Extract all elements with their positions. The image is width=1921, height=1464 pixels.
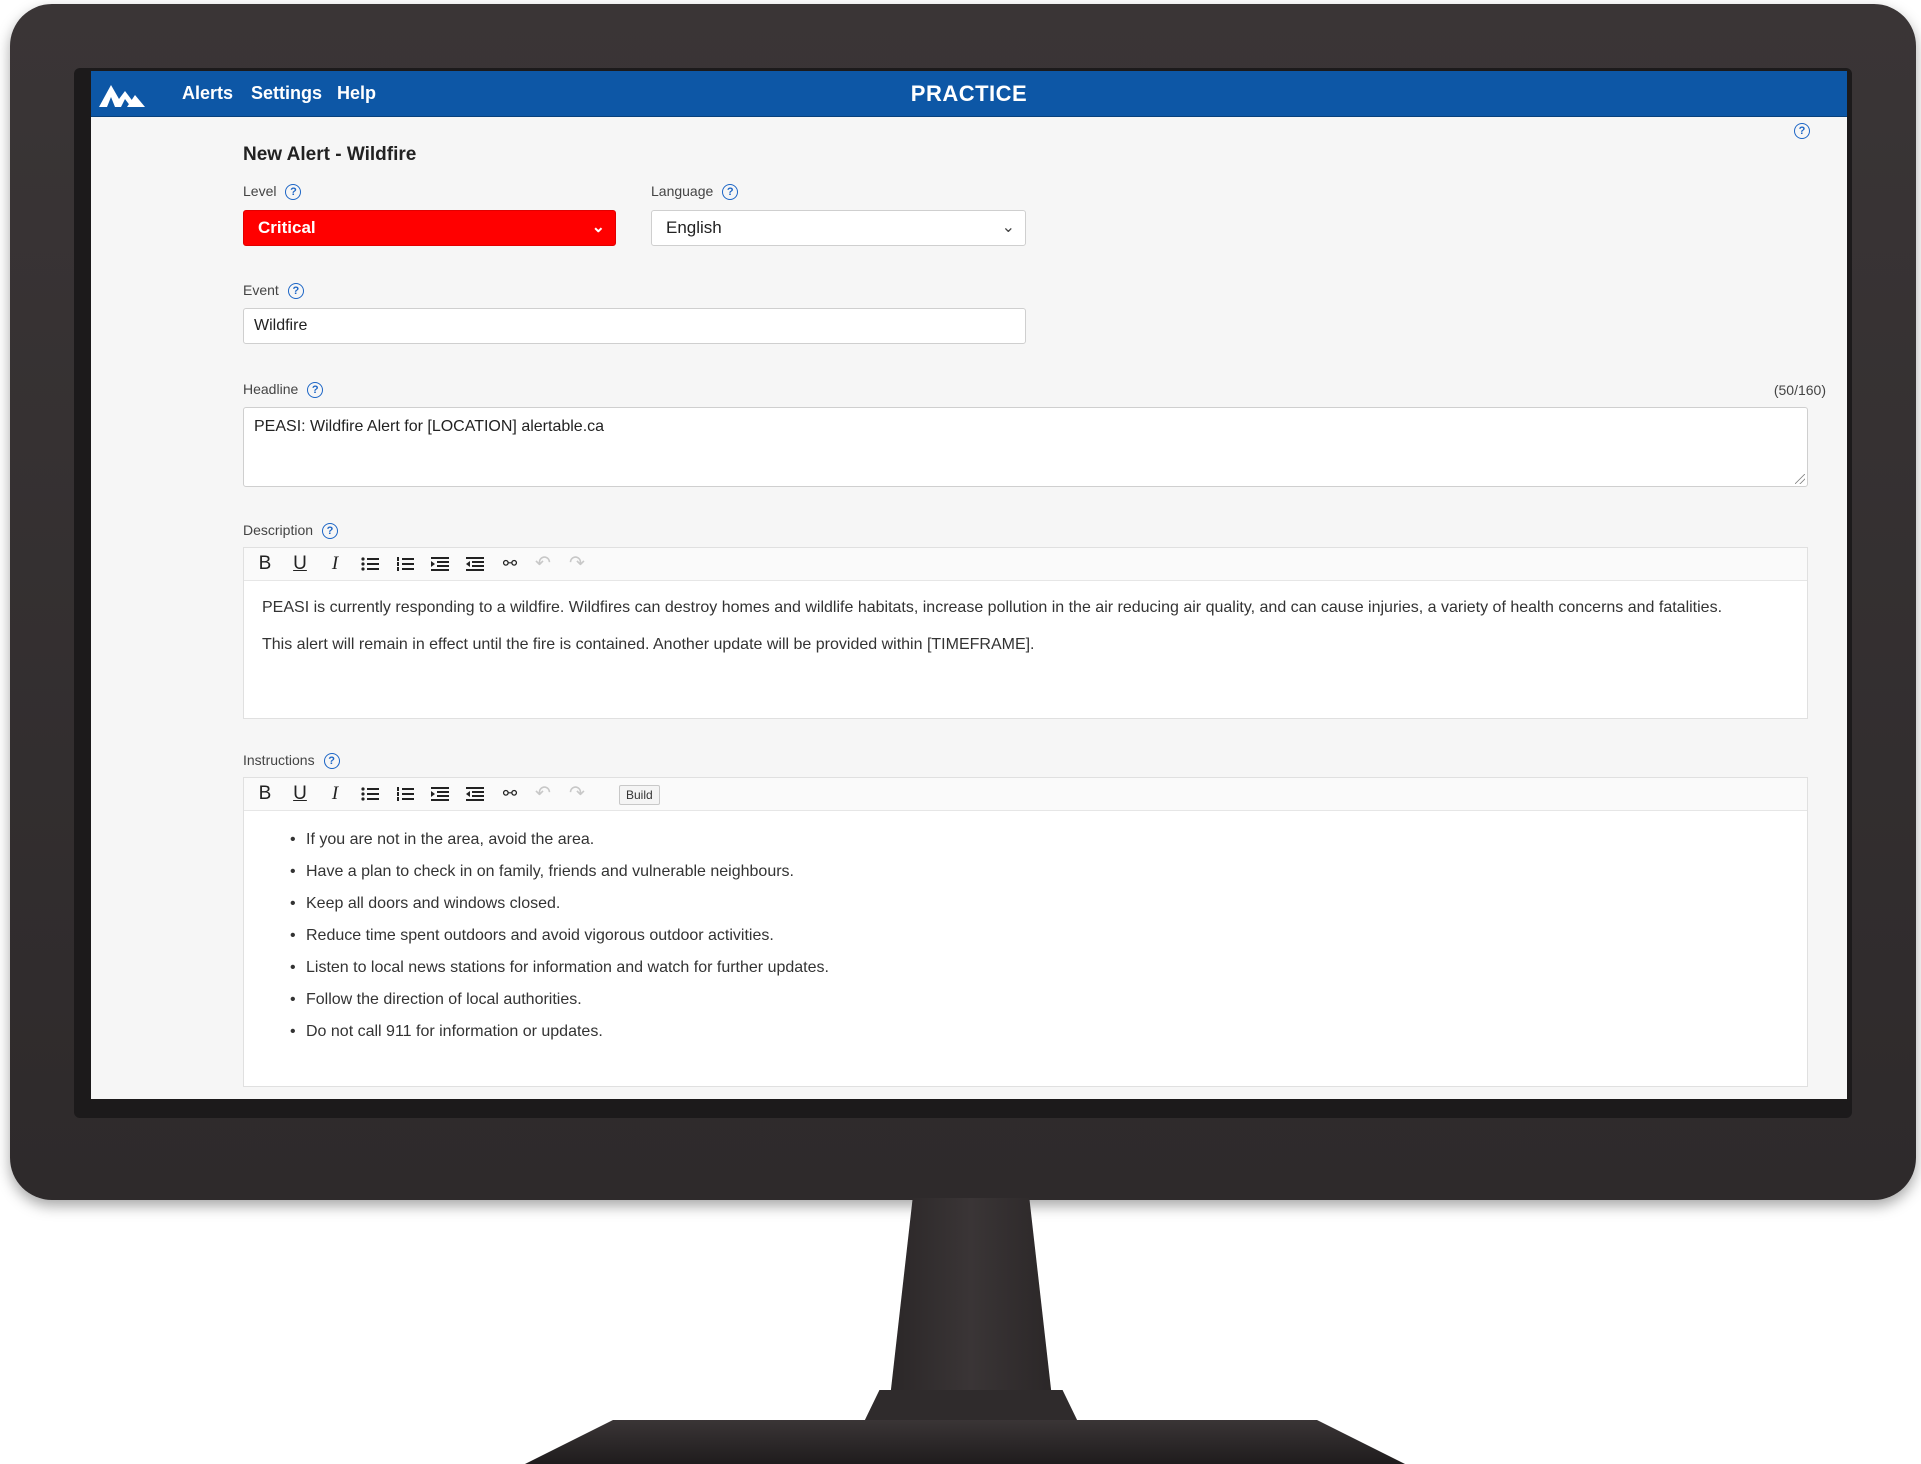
chevron-down-icon: ⌄: [591, 219, 605, 236]
app-screen: Alerts Settings Help PRACTICE ? New Aler…: [91, 71, 1847, 1099]
monitor-stand-neck: [890, 1198, 1052, 1398]
instructions-help-icon[interactable]: ?: [323, 753, 340, 770]
outdent-icon[interactable]: [462, 548, 488, 580]
list-item: Keep all doors and windows closed.: [290, 888, 1777, 920]
headline-help-icon[interactable]: ?: [307, 382, 324, 399]
italic-icon[interactable]: I: [322, 548, 348, 580]
headline-text: PEASI: Wildfire Alert for [LOCATION] ale…: [254, 418, 605, 435]
instructions-content[interactable]: If you are not in the area, avoid the ar…: [262, 824, 1777, 1048]
list-item: Do not call 911 for information or updat…: [290, 1016, 1777, 1048]
level-label-row: Level?: [243, 183, 302, 201]
bullet-list-icon[interactable]: [357, 778, 383, 810]
event-input[interactable]: Wildfire: [243, 308, 1026, 344]
description-label-row: Description?: [243, 522, 339, 540]
language-label: Language: [651, 183, 714, 199]
language-label-row: Language?: [651, 183, 739, 201]
description-label: Description: [243, 522, 314, 538]
description-editor[interactable]: B U I ⚯ ↶ ↷ PEASI is currently respondin…: [243, 547, 1808, 719]
headline-label: Headline: [243, 381, 299, 397]
instructions-toolbar: B U I ⚯ ↶ ↷ Build: [244, 778, 1807, 811]
indent-icon[interactable]: [427, 778, 453, 810]
outdent-icon[interactable]: [462, 778, 488, 810]
level-label: Level: [243, 183, 277, 199]
bold-icon[interactable]: B: [252, 548, 278, 580]
page-title: New Alert - Wildfire: [243, 144, 417, 165]
level-select-value: Critical: [258, 218, 316, 237]
list-item: Follow the direction of local authoritie…: [290, 984, 1777, 1016]
underline-icon[interactable]: U: [287, 778, 313, 810]
indent-icon[interactable]: [427, 548, 453, 580]
chevron-down-icon: ⌄: [1001, 219, 1015, 236]
undo-icon[interactable]: ↶: [530, 548, 556, 580]
instructions-label-row: Instructions?: [243, 752, 340, 770]
headline-textarea[interactable]: PEASI: Wildfire Alert for [LOCATION] ale…: [243, 407, 1808, 487]
italic-icon[interactable]: I: [322, 778, 348, 810]
level-select[interactable]: Critical ⌄: [243, 210, 616, 246]
monitor-stand-base: [525, 1420, 1405, 1464]
unlink-icon[interactable]: ⚯: [497, 548, 523, 580]
build-button[interactable]: Build: [619, 785, 660, 805]
numbered-list-icon[interactable]: [392, 778, 418, 810]
level-help-icon[interactable]: ?: [285, 184, 302, 201]
numbered-list-icon[interactable]: [392, 548, 418, 580]
practice-mode-label: PRACTICE: [910, 81, 1028, 106]
event-label: Event: [243, 282, 279, 298]
bullet-list-icon[interactable]: [357, 548, 383, 580]
description-paragraph: PEASI is currently responding to a wildf…: [262, 599, 1723, 616]
underline-icon[interactable]: U: [287, 548, 313, 580]
redo-icon[interactable]: ↷: [564, 548, 590, 580]
list-item: If you are not in the area, avoid the ar…: [290, 824, 1777, 856]
instructions-editor[interactable]: B U I ⚯ ↶ ↷ Build If you are not in the …: [243, 777, 1808, 1087]
description-help-icon[interactable]: ?: [322, 523, 339, 540]
description-content[interactable]: PEASI is currently responding to a wildf…: [262, 594, 1777, 668]
event-help-icon[interactable]: ?: [287, 283, 304, 300]
description-paragraph: This alert will remain in effect until t…: [262, 636, 1035, 653]
top-nav-bar: Alerts Settings Help PRACTICE: [91, 71, 1847, 117]
instructions-list: If you are not in the area, avoid the ar…: [262, 824, 1777, 1048]
language-select[interactable]: English ⌄: [651, 210, 1026, 246]
unlink-icon[interactable]: ⚯: [497, 778, 523, 810]
description-toolbar: B U I ⚯ ↶ ↷: [244, 548, 1807, 581]
list-item: Listen to local news stations for inform…: [290, 952, 1777, 984]
headline-label-row: Headline?: [243, 381, 324, 399]
headline-char-counter: (50/160): [1773, 382, 1826, 398]
list-item: Reduce time spent outdoors and avoid vig…: [290, 920, 1777, 952]
language-help-icon[interactable]: ?: [722, 184, 739, 201]
bold-icon[interactable]: B: [252, 778, 278, 810]
language-select-value: English: [666, 218, 722, 237]
page-help-icon[interactable]: ?: [1794, 123, 1810, 139]
event-label-row: Event?: [243, 282, 304, 300]
redo-icon[interactable]: ↷: [564, 778, 590, 810]
instructions-label: Instructions: [243, 752, 315, 768]
list-item: Have a plan to check in on family, frien…: [290, 856, 1777, 888]
undo-icon[interactable]: ↶: [530, 778, 556, 810]
resize-handle-icon[interactable]: [1795, 474, 1805, 484]
